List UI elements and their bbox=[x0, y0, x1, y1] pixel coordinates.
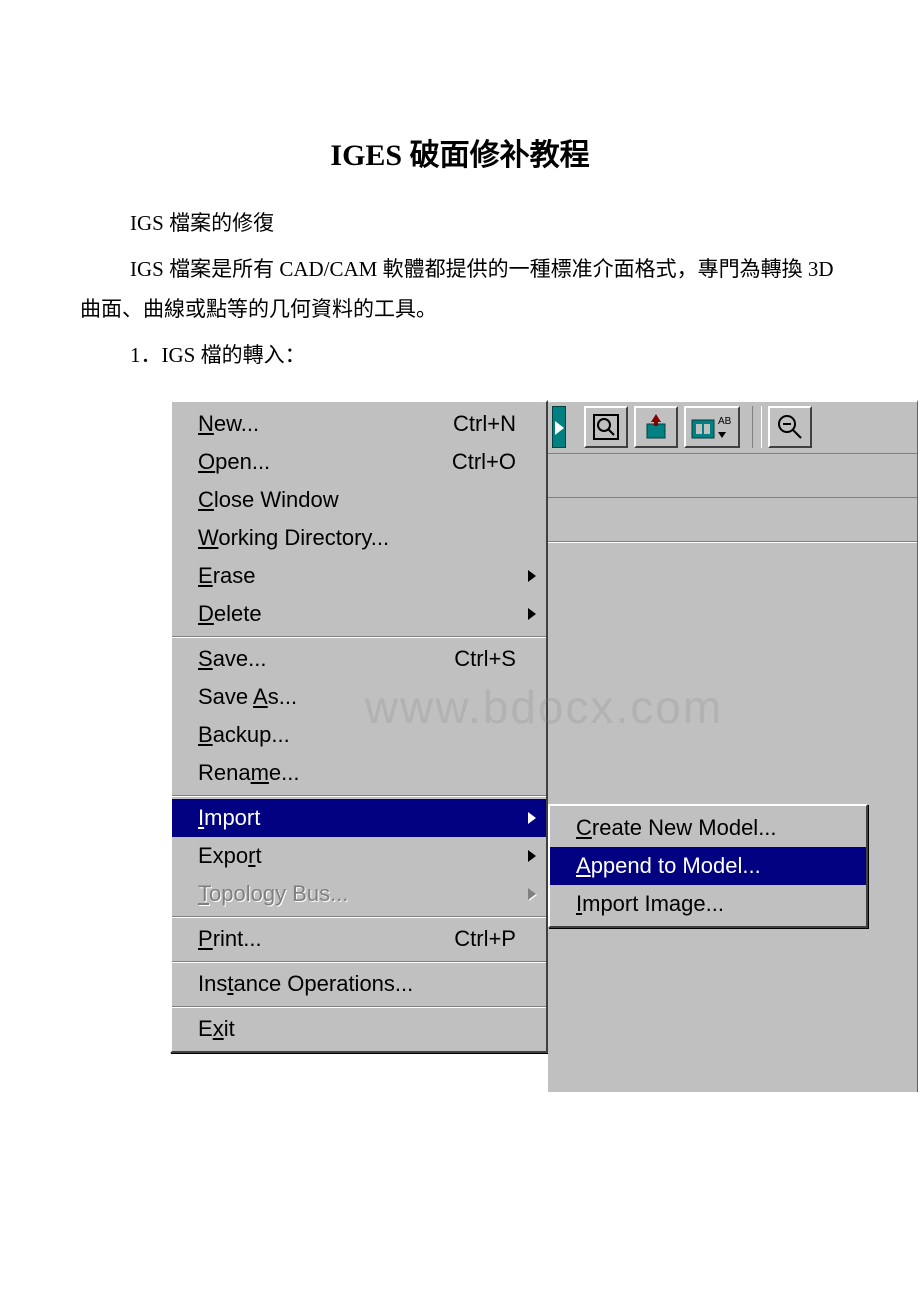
magnify-box-icon[interactable] bbox=[584, 406, 628, 448]
zoom-out-icon[interactable] bbox=[768, 406, 812, 448]
menu-item-delete[interactable]: Delete bbox=[172, 595, 546, 633]
menu-item-exit[interactable]: Exit bbox=[172, 1010, 546, 1048]
toolbar-separator bbox=[752, 406, 762, 448]
menu-item-export[interactable]: Export bbox=[172, 837, 546, 875]
toolbar-expand-icon[interactable] bbox=[552, 406, 566, 448]
svg-text:AB: AB bbox=[718, 416, 732, 427]
toolbar-row-3 bbox=[548, 498, 917, 542]
paragraph-3: 1．IGS 檔的轉入： bbox=[130, 336, 840, 376]
menu-item-working-directory[interactable]: Working Directory... bbox=[172, 519, 546, 557]
submenu-arrow-icon bbox=[528, 850, 536, 862]
submenu-item-import-image[interactable]: Import Image... bbox=[550, 885, 866, 923]
right-panel: AB Create New Model... bbox=[548, 400, 918, 1092]
submenu-arrow-icon bbox=[528, 888, 536, 900]
paragraph-1: IGS 檔案的修復 bbox=[130, 204, 840, 244]
menu-item-save[interactable]: Save... Ctrl+S bbox=[172, 640, 546, 678]
menu-item-import[interactable]: Import bbox=[172, 799, 546, 837]
menu-group-6: Exit bbox=[172, 1007, 546, 1051]
menu-item-save-as[interactable]: Save As... bbox=[172, 678, 546, 716]
menu-item-topology-bus: Topology Bus... bbox=[172, 875, 546, 913]
submenu-item-create-new-model[interactable]: Create New Model... bbox=[550, 809, 866, 847]
menu-group-2: Save... Ctrl+S Save As... Backup... Rena… bbox=[172, 637, 546, 796]
paragraph-2: IGS 檔案是所有 CAD/CAM 軟體都提供的一種標准介面格式，專門為轉換 3… bbox=[80, 250, 840, 330]
submenu-arrow-icon bbox=[528, 570, 536, 582]
menu-item-rename[interactable]: Rename... bbox=[172, 754, 546, 792]
menu-item-open[interactable]: Open... Ctrl+O bbox=[172, 443, 546, 481]
menu-group-3: Import Export Topology Bus... bbox=[172, 796, 546, 917]
menu-group-5: Instance Operations... bbox=[172, 962, 546, 1007]
menu-group-1: New... Ctrl+N Open... Ctrl+O Close Windo… bbox=[172, 402, 546, 637]
repaint-ab-icon[interactable]: AB bbox=[684, 406, 740, 448]
toolbar: AB bbox=[548, 402, 917, 454]
toolbar-row-2 bbox=[548, 454, 917, 498]
screenshot-figure: www.bdocx.com New... Ctrl+N Open... Ctrl… bbox=[170, 400, 918, 1092]
file-menu: New... Ctrl+N Open... Ctrl+O Close Windo… bbox=[170, 400, 548, 1053]
menu-item-backup[interactable]: Backup... bbox=[172, 716, 546, 754]
menu-item-instance-operations[interactable]: Instance Operations... bbox=[172, 965, 546, 1003]
import-submenu: Create New Model... Append to Model... I… bbox=[548, 804, 868, 928]
menu-item-print[interactable]: Print... Ctrl+P bbox=[172, 920, 546, 958]
submenu-arrow-icon bbox=[528, 812, 536, 824]
page-title: IGES 破面修补教程 bbox=[80, 130, 840, 174]
menu-group-4: Print... Ctrl+P bbox=[172, 917, 546, 962]
refit-icon[interactable] bbox=[634, 406, 678, 448]
submenu-arrow-icon bbox=[528, 608, 536, 620]
submenu-item-append-to-model[interactable]: Append to Model... bbox=[550, 847, 866, 885]
menu-item-new[interactable]: New... Ctrl+N bbox=[172, 405, 546, 443]
menu-item-close-window[interactable]: Close Window bbox=[172, 481, 546, 519]
menu-item-erase[interactable]: Erase bbox=[172, 557, 546, 595]
